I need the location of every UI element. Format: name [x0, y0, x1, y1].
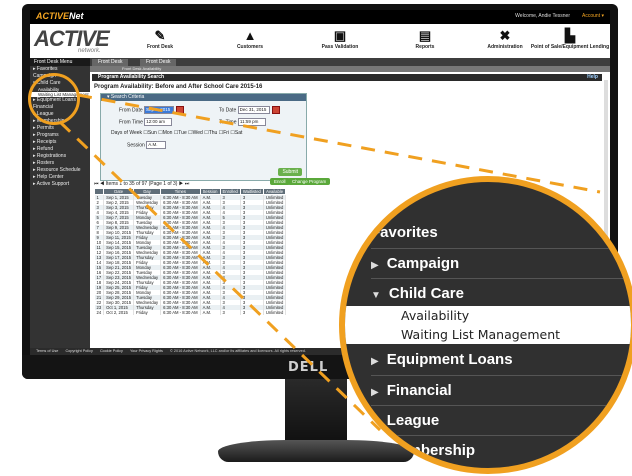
zoom-item-financial: ▶ Financial	[371, 375, 631, 406]
zoom-item-availability: Availability	[345, 306, 631, 325]
zoom-item-membership: ▶ Membership	[371, 435, 631, 466]
zoom-item-child-care: ▼ Child Care	[371, 278, 631, 309]
chevron-right-icon: ▶	[371, 447, 379, 458]
chevron-right-icon: ▶	[371, 260, 379, 271]
zoom-item-campaign: ▶ Campaign	[371, 248, 631, 279]
chevron-right-icon: ▶	[371, 387, 379, 398]
zoom-item-favorites: Favorites	[371, 224, 438, 241]
chevron-right-icon: ▶	[371, 356, 379, 367]
chevron-down-icon: ▼	[371, 290, 381, 301]
zoom-item-waiting-list: Waiting List Management	[345, 325, 631, 344]
zoom-callout: Favorites ▶ Campaign ▼ Child Care Availabi…	[339, 176, 632, 474]
chevron-right-icon: ▶	[371, 417, 379, 428]
zoom-item-league: ▶ League	[371, 405, 631, 436]
zoom-item-equipment-loans: ▶ Equipment Loans	[371, 351, 513, 368]
